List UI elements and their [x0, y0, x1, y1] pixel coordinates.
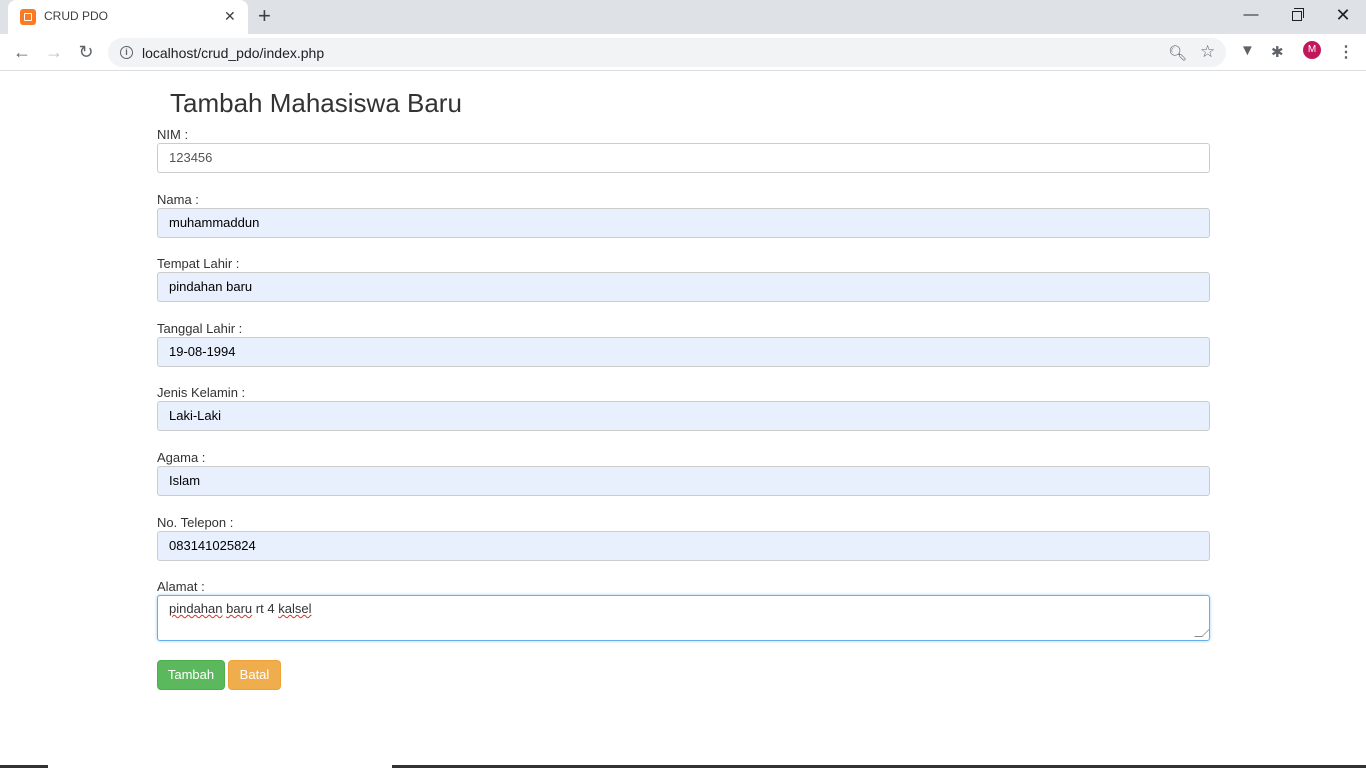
info-icon[interactable]: i — [120, 46, 133, 59]
close-tab-icon[interactable]: ✕ — [224, 8, 236, 24]
tempat-lahir-input[interactable]: pindahan baru — [157, 272, 1210, 302]
forward-icon[interactable]: → — [42, 40, 66, 64]
tempat-lahir-label: Tempat Lahir : — [157, 256, 240, 271]
close-window-button[interactable]: ✕ — [1320, 4, 1366, 30]
tanggal-lahir-input[interactable]: 19-08-1994 — [157, 337, 1210, 367]
jenis-kelamin-label: Jenis Kelamin : — [157, 385, 246, 400]
star-icon[interactable]: ☆ — [1200, 42, 1215, 62]
nama-input[interactable]: muhammaddun — [157, 208, 1210, 238]
alamat-word: baru — [226, 601, 253, 616]
resize-handle-icon[interactable] — [1194, 629, 1210, 637]
no-telepon-label: No. Telepon : — [157, 515, 234, 530]
tab-strip: CRUD PDO ✕ + — ✕ — [0, 0, 1366, 34]
xampp-favicon-icon — [20, 9, 36, 25]
nama-label: Nama : — [157, 192, 199, 207]
nim-input[interactable]: 123456 — [157, 143, 1210, 173]
alamat-label: Alamat : — [157, 579, 205, 594]
agama-label: Agama : — [157, 450, 206, 465]
agama-input[interactable]: Islam — [157, 466, 1210, 496]
alamat-word: 4 — [267, 601, 275, 616]
avatar[interactable]: M — [1303, 41, 1321, 59]
alamat-word: rt — [255, 601, 264, 616]
reload-icon[interactable]: ↻ — [74, 40, 98, 64]
restore-icon — [1292, 8, 1304, 21]
extension-icon[interactable]: ▼ — [1240, 42, 1255, 59]
alamat-textarea[interactable]: pindahan baru rt 4 kalsel — [157, 595, 1210, 641]
zoom-icon[interactable]: 🔍︎ — [1168, 44, 1187, 62]
minimize-button[interactable]: — — [1228, 4, 1274, 30]
tab-title: CRUD PDO — [44, 9, 109, 23]
browser-tab[interactable]: CRUD PDO ✕ — [8, 0, 248, 34]
alamat-word: pindahan — [169, 601, 223, 616]
jenis-kelamin-input[interactable]: Laki-Laki — [157, 401, 1210, 431]
restore-button[interactable] — [1274, 4, 1320, 30]
menu-icon[interactable]: ⋮ — [1338, 42, 1354, 62]
back-icon[interactable]: ← — [10, 40, 34, 64]
puzzle-icon[interactable]: ✱ — [1271, 43, 1284, 61]
batal-button[interactable]: Batal — [228, 660, 281, 690]
address-bar[interactable]: i localhost/crud_pdo/index.php 🔍︎ ☆ — [108, 38, 1226, 67]
alamat-word: kalsel — [278, 601, 312, 616]
nim-label: NIM : — [157, 127, 189, 142]
no-telepon-input[interactable]: 083141025824 — [157, 531, 1210, 561]
page-title: Tambah Mahasiswa Baru — [170, 88, 462, 118]
url-text[interactable]: localhost/crud_pdo/index.php — [142, 45, 324, 61]
new-tab-icon[interactable]: + — [258, 5, 271, 27]
browser-toolbar: ← → ↻ i localhost/crud_pdo/index.php 🔍︎ … — [0, 34, 1366, 71]
tambah-button[interactable]: Tambah — [157, 660, 225, 690]
tanggal-lahir-label: Tanggal Lahir : — [157, 321, 243, 336]
